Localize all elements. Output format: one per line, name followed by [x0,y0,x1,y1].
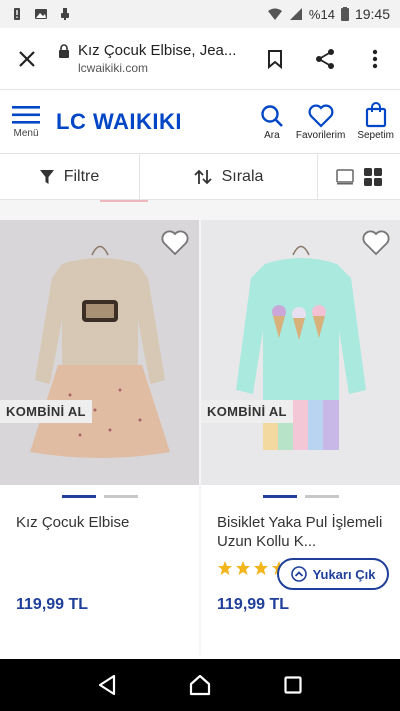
clock: 19:45 [354,6,390,22]
filter-bar: Filtre Sırala [0,154,400,200]
close-tab-button[interactable] [0,28,54,90]
chevron-up-icon [290,566,307,582]
more-vert-icon [372,49,378,68]
home-icon [189,674,211,696]
share-button[interactable] [300,28,350,90]
favorites-label: Favorilerim [295,130,346,141]
signal-icon [289,8,302,20]
image-pagination [0,487,199,505]
product-price: 119,99 TL [16,596,89,613]
shopping-bag-icon [365,102,386,128]
back-to-top-button[interactable]: Yukarı Çık [277,558,389,590]
star-icon [218,561,232,575]
filter-label: Filtre [63,167,100,185]
image-icon [35,9,47,19]
menu-label: Menü [13,127,39,139]
grid-view-icon[interactable] [364,167,382,186]
system-nav-bar [0,659,400,711]
page-domain: lcwaikiki.com [78,61,149,75]
favorite-heart-icon[interactable] [362,230,390,256]
status-bar: %14 19:45 [0,0,400,28]
product-photo [201,220,400,485]
funnel-icon [39,169,54,184]
product-name[interactable]: Bisiklet Yaka Pul İşlemeli Uzun Kollu K.… [201,513,400,551]
favorites-button[interactable]: Favorilerim [290,104,351,141]
battery-icon [340,7,349,21]
wifi-icon [267,8,282,20]
back-triangle-icon [98,674,115,696]
product-photo [0,220,199,485]
search-icon [261,105,283,127]
search-label: Ara [264,130,280,141]
battery-percent: %14 [308,6,335,22]
star-icon [236,561,250,575]
sort-label: Sırala [221,167,264,185]
combine-badge[interactable]: KOMBİNİ AL [0,400,92,423]
cart-label: Sepetim [357,130,394,141]
pagination-dot[interactable] [304,494,339,498]
square-icon [284,676,302,694]
share-icon [316,48,334,69]
sort-button[interactable]: Sırala [140,154,318,199]
alert-icon [14,8,20,20]
browser-toolbar: Kız Çocuk Elbise, Jea... lcwaikiki.com [0,28,400,90]
single-view-icon[interactable] [336,168,354,185]
site-header: Menü LC WAIKIKI Ara Favorilerim Sepetim [0,90,400,154]
bookmark-button[interactable] [250,28,300,90]
favorite-heart-icon[interactable] [161,230,189,256]
nav-recents-button[interactable] [273,665,313,705]
nav-home-button[interactable] [180,665,220,705]
heart-icon [308,104,334,128]
bookmark-icon [268,49,282,69]
product-price: 119,99 TL [217,596,290,613]
menu-button[interactable]: Menü [0,90,52,154]
image-pagination [201,487,400,505]
page-title: Kız Çocuk Elbise, Jea... [78,42,237,59]
hamburger-icon [12,105,40,124]
close-icon [19,50,35,67]
back-to-top-label: Yukarı Çık [312,566,376,582]
sort-arrows-icon [193,169,212,184]
cart-button[interactable]: Sepetim [351,102,400,141]
product-image[interactable]: KOMBİNİ AL [201,220,400,485]
pagination-dot-active[interactable] [61,494,96,498]
divider [100,200,148,202]
overflow-menu-button[interactable] [350,28,400,90]
lock-icon [59,43,69,58]
nav-back-button[interactable] [87,665,127,705]
search-button[interactable]: Ara [254,104,290,141]
combine-badge[interactable]: KOMBİNİ AL [201,400,293,423]
view-toggle [318,154,400,199]
product-name[interactable]: Kız Çocuk Elbise [0,513,199,551]
product-card[interactable]: KOMBİNİ AL Kız Çocuk Elbise 119,99 TL [0,220,199,655]
url-bar[interactable]: Kız Çocuk Elbise, Jea... lcwaikiki.com [54,42,250,75]
pagination-dot-active[interactable] [262,494,297,498]
star-icon [254,561,268,575]
pagination-dot[interactable] [103,494,138,498]
filter-button[interactable]: Filtre [0,154,140,199]
usb-icon [61,8,69,20]
site-logo[interactable]: LC WAIKIKI [56,109,182,135]
product-image[interactable]: KOMBİNİ AL [0,220,199,485]
